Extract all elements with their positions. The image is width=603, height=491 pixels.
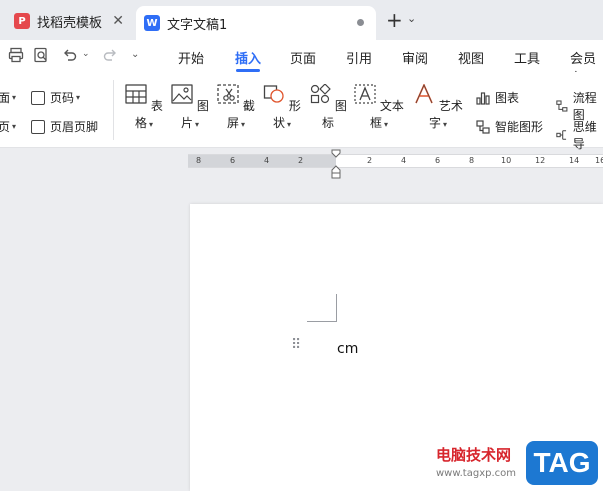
ruler-margin-area (188, 155, 336, 167)
ribbon-shape-button[interactable]: 形状 ▾ (259, 84, 305, 131)
ruler-tick-label: 10 (501, 156, 512, 165)
ribbon-insert: 面 ▾ 页 ▾ 页码 ▾ 页眉页脚 表格 ▾ 图片 ▾ 截屏 ▾ 形状 ▾ 图标 文本框 ▾ 艺… (0, 72, 603, 151)
watermark-url: www.tagxp.com (436, 468, 516, 479)
chevron-down-icon: ▾ (195, 120, 200, 129)
menu-insert[interactable]: 插入 (235, 48, 261, 67)
chevron-down-icon: ▾ (12, 122, 17, 131)
ribbon-wordart-button[interactable]: 艺术字 ▾ (412, 83, 464, 131)
menu-bar: ⌄ ⌄ 开始 插入 页面 引用 审阅 视图 工具 会员专 (0, 40, 603, 86)
chevron-down-icon: ▾ (76, 93, 81, 102)
paragraph-drag-handle-icon[interactable]: ⠿ (291, 338, 302, 352)
menu-review[interactable]: 审阅 (402, 48, 428, 67)
ribbon-picture-button[interactable]: 图片 ▾ (167, 84, 213, 131)
flowchart-icon (556, 100, 568, 112)
ruler-tick-label: 2 (367, 156, 373, 165)
indent-marker-icon[interactable] (331, 149, 341, 179)
smartart-icon (476, 119, 490, 134)
menu-view[interactable]: 视图 (458, 48, 484, 67)
chevron-down-icon[interactable]: ⌄ (407, 12, 416, 25)
mindmap-icon (556, 130, 567, 140)
redo-icon[interactable] (102, 47, 118, 67)
ribbon-mindmap-button[interactable]: 思维导 (556, 118, 603, 152)
writer-logo-icon: W (144, 15, 160, 31)
ribbon-table-button[interactable]: 表格 ▾ (121, 84, 167, 131)
menu-reference[interactable]: 引用 (346, 48, 372, 67)
menu-page[interactable]: 页面 (290, 48, 316, 67)
chevron-down-icon: ▾ (241, 120, 246, 129)
ribbon-item-page-number[interactable]: 页码 ▾ (31, 89, 80, 106)
new-tab-button[interactable]: + (386, 10, 403, 30)
tab-label: 文字文稿1 (167, 17, 228, 33)
close-icon[interactable]: ✕ (112, 13, 124, 29)
menu-home[interactable]: 开始 (178, 48, 204, 67)
ribbon-item-cover[interactable]: 面 ▾ (0, 89, 16, 106)
ribbon-smartart-button[interactable]: 智能图形 (476, 118, 543, 135)
ribbon-item-page[interactable]: 页 ▾ (0, 118, 16, 135)
chevron-down-icon[interactable]: ⌄ (82, 49, 90, 59)
tab-document[interactable]: W 文字文稿1 (136, 6, 376, 40)
chevron-down-icon: ▾ (287, 120, 292, 129)
ruler-tick-label: 6 (435, 156, 441, 165)
margin-corner-mark (336, 294, 337, 322)
ruler-tick-label: 8 (196, 156, 202, 165)
ruler-tick-label: 8 (469, 156, 475, 165)
horizontal-ruler[interactable]: 8 6 4 2 2 4 6 8 10 12 14 16 (188, 154, 603, 168)
chevron-down-icon[interactable]: ⌄ (131, 49, 139, 60)
undo-icon[interactable] (62, 47, 78, 67)
tab-docer-templates[interactable]: P 找稻壳模板 ✕ (6, 6, 132, 36)
ribbon-icon-button[interactable]: 图标 (305, 83, 351, 131)
print-preview-icon[interactable] (33, 47, 49, 67)
document-text[interactable]: cm (337, 341, 358, 357)
scissors-icon (217, 84, 239, 104)
ruler-tick-label: 4 (264, 156, 270, 165)
wordart-icon (415, 83, 433, 104)
print-icon[interactable] (8, 47, 24, 67)
chevron-down-icon: ▾ (12, 93, 17, 102)
tab-bar: P 找稻壳模板 ✕ W 文字文稿1 + ⌄ (0, 0, 603, 40)
ribbon-screenshot-button[interactable]: 截屏 ▾ (213, 84, 259, 131)
header-footer-icon (31, 119, 45, 134)
ruler-tick-label: 14 (569, 156, 580, 165)
chevron-down-icon: ▾ (443, 120, 448, 129)
ruler-tick-label: 4 (401, 156, 407, 165)
watermark-tag-logo: TAG (526, 441, 598, 485)
watermark-site-name: 电脑技术网 (436, 446, 512, 464)
margin-corner-mark (307, 321, 337, 322)
ruler-tick-label: 6 (230, 156, 236, 165)
unsaved-dot-icon[interactable] (357, 19, 364, 26)
ribbon-item-header-footer[interactable]: 页眉页脚 (31, 118, 98, 135)
picture-icon (171, 84, 193, 104)
chevron-down-icon: ▾ (384, 120, 389, 129)
ribbon-separator (113, 80, 114, 140)
table-icon (125, 84, 147, 104)
page-number-icon (31, 90, 45, 105)
menu-tools[interactable]: 工具 (514, 48, 540, 67)
shape-icon (263, 85, 284, 103)
tab-label: 找稻壳模板 (37, 15, 103, 31)
chart-icon (476, 91, 490, 105)
icons-icon (310, 83, 331, 104)
ruler-tick-label: 16 (595, 156, 603, 165)
chevron-down-icon: ▾ (149, 120, 154, 129)
ribbon-textbox-button[interactable]: 文本框 ▾ (353, 84, 405, 131)
textbox-icon (354, 84, 376, 104)
ruler-tick-label: 2 (298, 156, 304, 165)
docer-logo-icon: P (14, 13, 30, 29)
ruler-tick-label: 12 (535, 156, 546, 165)
ribbon-chart-button[interactable]: 图表 (476, 89, 519, 106)
